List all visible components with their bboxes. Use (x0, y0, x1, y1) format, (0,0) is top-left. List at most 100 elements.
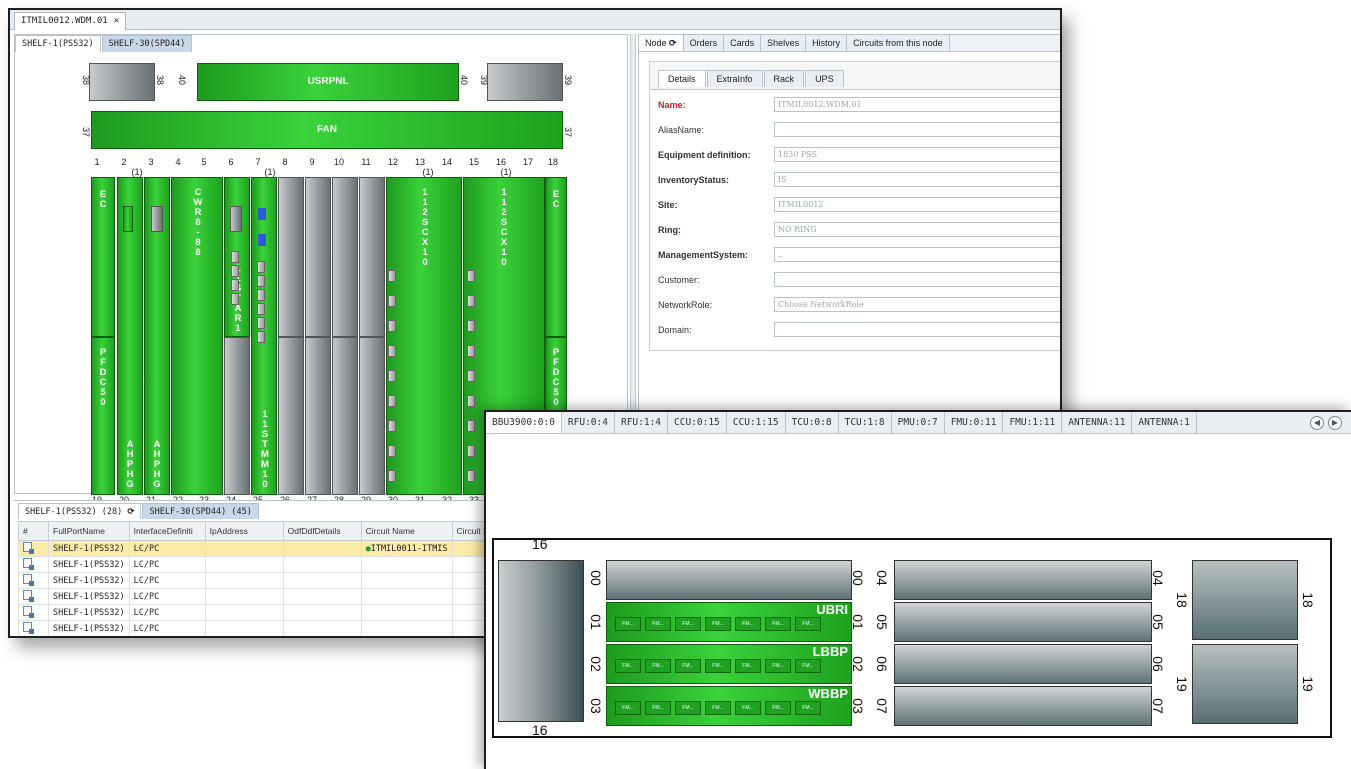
site-field[interactable]: ITMIL0012 (774, 197, 1060, 212)
slot-00-module[interactable] (606, 560, 852, 600)
sfp-port[interactable] (388, 445, 396, 457)
sfp-port[interactable] (467, 470, 475, 482)
tab-ups[interactable]: UPS (805, 70, 844, 87)
usrpnl-module[interactable]: USRPNL (197, 63, 459, 101)
sfp-port[interactable] (231, 279, 239, 291)
fm-port[interactable]: FM... (705, 659, 731, 673)
sfp-port[interactable] (467, 445, 475, 457)
fm-port[interactable]: FM... (735, 617, 761, 631)
tab-rfu-0-4[interactable]: RFU:0:4 (562, 412, 615, 433)
slot-18-module[interactable] (1192, 560, 1298, 640)
card-pfdc-left[interactable]: P F D C 5 0 (91, 337, 115, 495)
card-ahphg-20[interactable]: A H P H G (117, 177, 143, 495)
fm-port[interactable]: FM... (735, 659, 761, 673)
tab-shelf-1-ports[interactable]: SHELF-1(PSS32) (28) ⟳ (18, 503, 142, 519)
table-row[interactable]: SHELF-1(PSS32) LC/PC (18, 604, 513, 621)
blank-card-9[interactable] (305, 177, 331, 337)
refresh-icon[interactable]: ⟳ (127, 507, 134, 517)
fm-port[interactable]: FM... (765, 659, 791, 673)
tab-extrainfo[interactable]: ExtraInfo (706, 70, 763, 87)
aliasname-field[interactable] (774, 122, 1060, 137)
tab-shelf-1[interactable]: SHELF-1(PSS32) (15, 35, 101, 52)
blank-card-27[interactable] (305, 337, 331, 495)
slot-04-module[interactable] (894, 560, 1152, 600)
column-header[interactable]: Circuit Name (360, 521, 453, 541)
management-system-field[interactable]: .. (774, 247, 1060, 262)
sfp-port[interactable] (388, 320, 396, 332)
tab-antenna-11[interactable]: ANTENNA:11 (1062, 412, 1133, 433)
ring-field[interactable]: NO RING (774, 222, 1060, 237)
tab-antenna-1[interactable]: ANTENNA:1 (1132, 412, 1197, 433)
column-header[interactable]: InterfaceDefiniti (128, 521, 206, 541)
tab-bbu3900[interactable]: BBU3900:0:0 (486, 412, 562, 433)
table-row[interactable]: SHELF-1(PSS32) LC/PC (18, 556, 513, 573)
port-indicator[interactable] (258, 208, 266, 220)
sfp-port[interactable] (388, 370, 396, 382)
sfp-port[interactable] (467, 345, 475, 357)
tab-rfu-1-4[interactable]: RFU:1:4 (615, 412, 669, 433)
tab-pmu-0-7[interactable]: PMU:0:7 (892, 412, 945, 433)
slot-05-module[interactable] (894, 602, 1152, 642)
slot-02-lbbp[interactable]: LBBP FM... FM... FM... FM... FM... FM...… (606, 644, 852, 684)
blank-card-28[interactable] (332, 337, 358, 495)
blank-module-38[interactable] (89, 63, 155, 101)
sfp-port[interactable] (231, 251, 239, 263)
name-field[interactable]: ITMIL0012.WDM.01 (774, 97, 1060, 112)
tab-rack[interactable]: Rack (763, 70, 805, 87)
port-module[interactable] (151, 206, 163, 232)
sfp-port[interactable] (257, 303, 265, 315)
table-row[interactable]: SHELF-1(PSS32) LC/PC ●ITMIL0011-ITMIS (18, 540, 513, 557)
column-header[interactable]: # (18, 521, 49, 541)
sfp-port[interactable] (257, 331, 265, 343)
port-module[interactable] (123, 206, 133, 232)
tab-tcu-0-8[interactable]: TCU:0:8 (786, 412, 839, 433)
slot-19-module[interactable] (1192, 644, 1298, 724)
fm-port[interactable]: FM... (705, 617, 731, 631)
customer-field[interactable] (774, 272, 1060, 287)
slot-07-module[interactable] (894, 686, 1152, 726)
sfp-port[interactable] (231, 265, 239, 277)
tab-details[interactable]: Details (658, 70, 706, 87)
table-row[interactable]: SHELF-1(PSS32) LC/PC (18, 620, 513, 636)
fm-port[interactable]: FM... (705, 701, 731, 715)
sfp-port[interactable] (231, 293, 239, 305)
sfp-port[interactable] (467, 370, 475, 382)
port-indicator[interactable] (258, 234, 266, 246)
sfp-port[interactable] (388, 345, 396, 357)
sfp-port[interactable] (467, 270, 475, 282)
tab-ccu-0-15[interactable]: CCU:0:15 (668, 412, 727, 433)
fm-port[interactable]: FM... (795, 617, 821, 631)
fm-port[interactable]: FM... (675, 701, 701, 715)
card-ec-left[interactable]: E C (91, 177, 115, 337)
blank-card-10[interactable] (332, 177, 358, 337)
sfp-port[interactable] (257, 261, 265, 273)
slot-16-module[interactable] (498, 560, 584, 722)
sfp-port[interactable] (388, 395, 396, 407)
sfp-port[interactable] (388, 470, 396, 482)
card-ec-right[interactable]: E C (545, 177, 567, 337)
network-role-select[interactable]: Choose NetworkRole (774, 297, 1060, 312)
tab-circuits[interactable]: Circuits from this node (847, 35, 950, 51)
blank-card-24[interactable] (224, 337, 250, 495)
blank-card-8[interactable] (278, 177, 304, 337)
sfp-port[interactable] (467, 320, 475, 332)
sfp-port[interactable] (257, 289, 265, 301)
refresh-icon[interactable]: ⟳ (669, 38, 677, 48)
column-header[interactable]: FullPortName (48, 521, 130, 541)
tab-shelf-30-ports[interactable]: SHELF-30(SPD44) (45) (142, 503, 259, 519)
fm-port[interactable]: FM... (615, 701, 641, 715)
fm-port[interactable]: FM... (735, 701, 761, 715)
sfp-port[interactable] (257, 317, 265, 329)
tab-tcu-1-8[interactable]: TCU:1:8 (839, 412, 892, 433)
sfp-port[interactable] (257, 275, 265, 287)
tab-fmu-0-11[interactable]: FMU:0:11 (945, 412, 1004, 433)
slot-01-ubri[interactable]: UBRI FM... FM... FM... FM... FM... FM...… (606, 602, 852, 642)
scroll-right-icon[interactable]: ▶ (1328, 416, 1342, 430)
fm-port[interactable]: FM... (615, 659, 641, 673)
fm-port[interactable]: FM... (645, 659, 671, 673)
sfp-port[interactable] (467, 295, 475, 307)
slot-06-module[interactable] (894, 644, 1152, 684)
tab-cards[interactable]: Cards (724, 35, 762, 51)
tab-node[interactable]: Node ⟳ (639, 35, 684, 51)
blank-module-39[interactable] (487, 63, 563, 101)
